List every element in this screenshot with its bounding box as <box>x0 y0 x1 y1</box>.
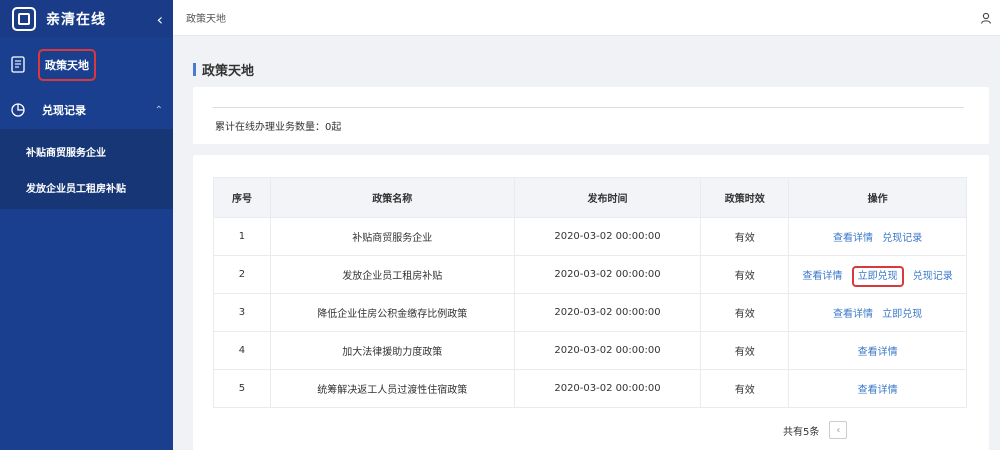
table-row: 5 统筹解决返工人员过渡性住宿政策 2020-03-02 00:00:00 有效… <box>213 369 967 408</box>
app-logo-icon <box>12 7 36 31</box>
stats-card: 累计在线办理业务数量：0起 <box>193 87 989 144</box>
cell-name: 发放企业员工租房补贴 <box>269 255 515 294</box>
table-header-row: 序号 政策名称 发布时间 政策时效 操作 <box>213 177 967 218</box>
cell-no: 3 <box>213 293 271 332</box>
cell-no: 2 <box>213 255 271 294</box>
table-row: 1 补贴商贸服务企业 2020-03-02 00:00:00 有效 查看详情 兑… <box>213 217 967 256</box>
cell-no: 1 <box>213 217 271 256</box>
page-title: 政策天地 <box>202 64 255 79</box>
redeem-records-link[interactable]: 兑现记录 <box>913 271 953 282</box>
divider <box>213 107 964 108</box>
main-content: 政策天地 政策天地 累计在线办理业务数量：0起 序号 政策名称 发布时间 政策时… <box>173 0 1000 450</box>
cell-name: 加大法律援助力度政策 <box>269 331 515 370</box>
cell-no: 5 <box>213 369 271 408</box>
cell-time: 2020-03-02 00:00:00 <box>513 331 702 370</box>
redeem-now-link[interactable]: 立即兑现 <box>882 309 922 320</box>
title-accent-bar <box>193 63 196 76</box>
collapse-sidebar-icon[interactable]: ‹ <box>157 10 163 29</box>
cell-name: 降低企业住房公积金缴存比例政策 <box>269 293 515 332</box>
cell-ops: 查看详情 <box>788 369 967 408</box>
sidebar-item-records[interactable]: 兑现记录 ⌃ <box>0 91 173 129</box>
view-details-link[interactable]: 查看详情 <box>858 347 898 358</box>
cell-no: 4 <box>213 331 271 370</box>
business-count-text: 累计在线办理业务数量：0起 <box>215 122 342 133</box>
view-details-link[interactable]: 查看详情 <box>833 309 873 320</box>
chevron-up-icon[interactable]: ⌃ <box>155 105 163 116</box>
header-ops: 操作 <box>788 177 967 218</box>
cell-status: 有效 <box>700 217 790 256</box>
sidebar: 亲清在线 ‹ 政策天地 兑现记录 ⌃ 补贴商贸服务企业 发放企业员工租房补贴 <box>0 0 173 450</box>
cell-ops: 查看详情 兑现记录 <box>788 217 967 256</box>
cell-ops: 查看详情 立即兑现 <box>788 293 967 332</box>
header-name: 政策名称 <box>269 177 515 218</box>
header-no: 序号 <box>213 177 271 218</box>
cell-status: 有效 <box>700 369 790 408</box>
table-row: 2 发放企业员工租房补贴 2020-03-02 00:00:00 有效 查看详情… <box>213 255 967 294</box>
pie-chart-icon <box>10 101 26 119</box>
header-status: 政策时效 <box>700 177 790 218</box>
sidebar-item-policy[interactable]: 政策天地 <box>0 42 173 87</box>
pagination-total: 共有5条 <box>783 426 820 438</box>
sidebar-item-policy-label[interactable]: 政策天地 <box>38 48 96 81</box>
sidebar-item-records-label: 兑现记录 <box>42 104 86 117</box>
document-icon <box>10 56 26 74</box>
cell-status: 有效 <box>700 293 790 332</box>
redeem-now-button[interactable]: 立即兑现 <box>851 266 904 287</box>
cell-time: 2020-03-02 00:00:00 <box>513 293 702 332</box>
header-time: 发布时间 <box>513 177 702 218</box>
view-details-link[interactable]: 查看详情 <box>858 385 898 396</box>
pagination: 共有5条 ‹ <box>783 421 848 439</box>
redeem-records-link[interactable]: 兑现记录 <box>882 233 922 244</box>
policy-table: 序号 政策名称 发布时间 政策时效 操作 1 补贴商贸服务企业 2020-03-… <box>213 177 967 408</box>
user-icon[interactable] <box>980 12 992 24</box>
view-details-link[interactable]: 查看详情 <box>802 271 842 282</box>
cell-ops: 查看详情 <box>788 331 967 370</box>
app-name: 亲清在线 <box>46 12 106 28</box>
prev-page-button[interactable]: ‹ <box>829 421 848 439</box>
cell-ops: 查看详情 立即兑现 兑现记录 <box>788 255 967 294</box>
submenu-item-rent-subsidy[interactable]: 发放企业员工租房补贴 <box>0 169 173 205</box>
cell-time: 2020-03-02 00:00:00 <box>513 369 702 408</box>
cell-status: 有效 <box>700 331 790 370</box>
cell-name: 补贴商贸服务企业 <box>269 217 515 256</box>
page-title-block: 政策天地 <box>193 60 254 79</box>
breadcrumb[interactable]: 政策天地 <box>186 10 226 25</box>
top-bar: 政策天地 <box>173 0 1000 36</box>
records-submenu: 补贴商贸服务企业 发放企业员工租房补贴 <box>0 129 173 209</box>
view-details-link[interactable]: 查看详情 <box>833 233 873 244</box>
cell-time: 2020-03-02 00:00:00 <box>513 217 702 256</box>
cell-time: 2020-03-02 00:00:00 <box>513 255 702 294</box>
policy-table-card: 序号 政策名称 发布时间 政策时效 操作 1 补贴商贸服务企业 2020-03-… <box>193 155 989 450</box>
brand-header: 亲清在线 ‹ <box>0 0 173 38</box>
table-row: 4 加大法律援助力度政策 2020-03-02 00:00:00 有效 查看详情 <box>213 331 967 370</box>
table-row: 3 降低企业住房公积金缴存比例政策 2020-03-02 00:00:00 有效… <box>213 293 967 332</box>
cell-name: 统筹解决返工人员过渡性住宿政策 <box>269 369 515 408</box>
cell-status: 有效 <box>700 255 790 294</box>
submenu-item-commerce[interactable]: 补贴商贸服务企业 <box>0 133 173 169</box>
